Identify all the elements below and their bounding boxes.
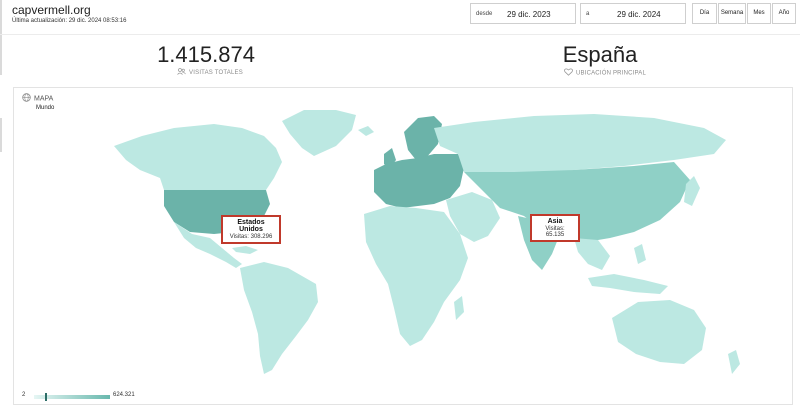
map-panel: MAPA Mundo Estados Unidos Visitas: 308.2… <box>13 87 793 405</box>
date-from-field[interactable]: desde 29 dic. 2023 <box>470 3 576 24</box>
people-icon <box>177 68 186 77</box>
region-australia <box>612 300 706 364</box>
region-madagascar <box>454 296 464 320</box>
range-year-button[interactable]: Año <box>772 3 796 24</box>
region-indonesia <box>588 274 668 294</box>
date-to-label: a <box>586 11 590 17</box>
region-philippines <box>634 244 646 264</box>
globe-icon <box>22 93 31 104</box>
map-title-text: MAPA <box>34 95 54 103</box>
tooltip-asia-name: Asia <box>547 218 563 225</box>
total-visits-label-text: VISITAS TOTALES <box>189 70 243 77</box>
region-iceland <box>358 126 374 136</box>
map-subtitle: Mundo <box>36 105 55 111</box>
region-southeast-asia <box>574 238 610 270</box>
tooltip-asia-visits: Visitas: 65.135 <box>545 226 565 238</box>
date-from-value: 29 dic. 2023 <box>507 10 551 19</box>
map-legend: 2 624.321 <box>22 392 222 402</box>
region-africa <box>364 206 468 346</box>
region-russia <box>434 114 726 176</box>
range-week-button[interactable]: Semana <box>718 3 746 24</box>
tooltip-usa-visits: Visitas: 308.296 <box>229 234 273 240</box>
map-title: MAPA <box>22 93 53 104</box>
range-month-button[interactable]: Mes <box>747 3 771 24</box>
last-update: Última actualización: 29 dic. 2024 08:53… <box>12 18 127 24</box>
range-day-button[interactable]: Día <box>692 3 717 24</box>
region-canada <box>114 124 282 190</box>
date-to-field[interactable]: a 29 dic. 2024 <box>580 3 686 24</box>
legend-marker <box>45 393 47 401</box>
main-location-label-text: UBICACIÓN PRINCIPAL <box>575 70 647 77</box>
region-scandinavia <box>404 116 442 160</box>
date-from-label: desde <box>476 11 493 17</box>
tooltip-asia: Asia Visitas: 65.135 <box>530 214 580 242</box>
region-south-america <box>240 262 318 374</box>
region-new-zealand <box>728 350 740 374</box>
main-location-label: UBICACIÓN PRINCIPAL <box>555 68 655 78</box>
main-location-value: España <box>562 42 638 67</box>
left-edge-scroll <box>0 0 4 407</box>
legend-min: 2 <box>22 392 26 398</box>
total-visits-label: VISITAS TOTALES <box>160 68 260 77</box>
tooltip-usa-name: Estados Unidos <box>237 219 265 233</box>
date-to-value: 29 dic. 2024 <box>617 10 661 19</box>
total-visits-value: 1.415.874 <box>157 42 255 67</box>
header-divider <box>0 34 800 35</box>
world-map[interactable] <box>14 88 794 406</box>
region-greenland <box>282 110 356 156</box>
region-caribbean <box>232 246 258 254</box>
heart-icon <box>564 68 573 78</box>
tooltip-usa: Estados Unidos Visitas: 308.296 <box>221 215 281 244</box>
legend-max: 624.321 <box>113 392 135 398</box>
site-title: capvermell.org <box>12 3 91 17</box>
